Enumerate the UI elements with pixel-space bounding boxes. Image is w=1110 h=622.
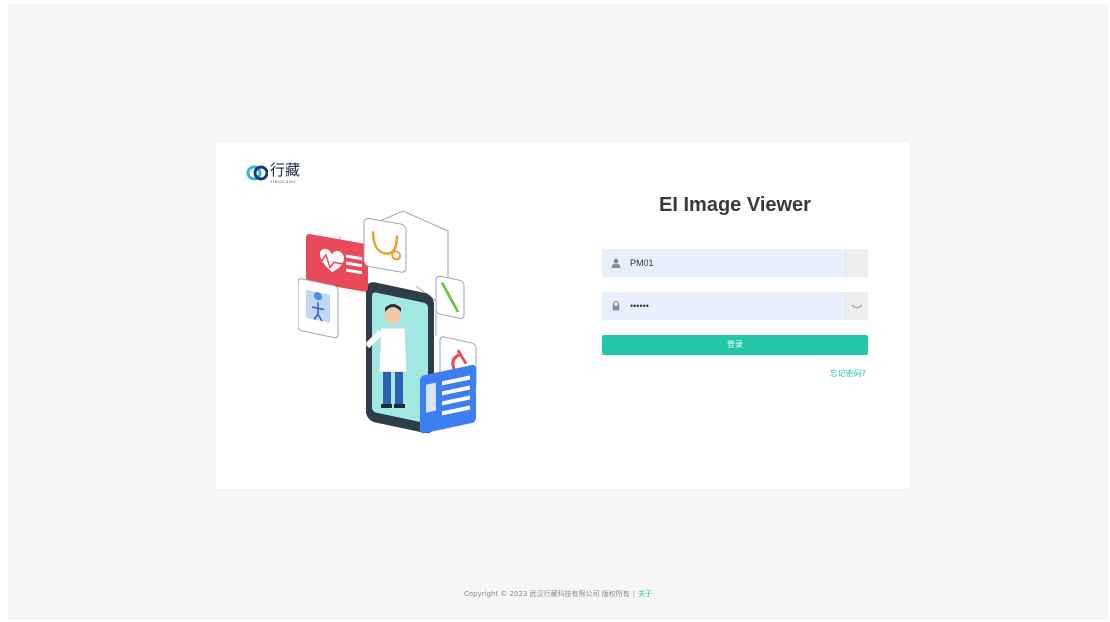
- login-card: 行藏 XINGCANG EI Image Viewer PM01 •••••• …: [216, 142, 909, 489]
- logo-cn-text: 行藏: [270, 161, 301, 179]
- username-input[interactable]: [626, 249, 852, 277]
- password-field[interactable]: [602, 292, 868, 320]
- app-title: EI Image Viewer: [659, 194, 811, 216]
- logo-mark-icon: [246, 165, 268, 181]
- username-field-suffix: [845, 249, 868, 277]
- eye-closed-icon: [851, 304, 863, 308]
- brand-logo: 行藏 XINGCANG: [246, 162, 300, 184]
- about-link[interactable]: 关于: [638, 590, 652, 598]
- password-input[interactable]: [626, 292, 852, 320]
- user-icon: [611, 258, 621, 268]
- footer-separator: |: [632, 590, 636, 598]
- lock-icon: [612, 300, 620, 311]
- copyright-text: Copyright © 2023 武汉行藏科技有限公司 版权所有: [463, 590, 630, 598]
- forgot-password-link[interactable]: 忘记密码?: [830, 368, 866, 379]
- doctor-phone-illustration: [298, 210, 477, 434]
- username-field[interactable]: [602, 249, 868, 277]
- login-page: 行藏 XINGCANG EI Image Viewer PM01 •••••• …: [8, 4, 1108, 620]
- password-visibility-toggle[interactable]: [845, 292, 868, 320]
- footer: Copyright © 2023 武汉行藏科技有限公司 版权所有 | 关于: [8, 589, 1108, 599]
- login-button[interactable]: 登录: [602, 335, 868, 355]
- logo-en-text: XINGCANG: [270, 179, 297, 184]
